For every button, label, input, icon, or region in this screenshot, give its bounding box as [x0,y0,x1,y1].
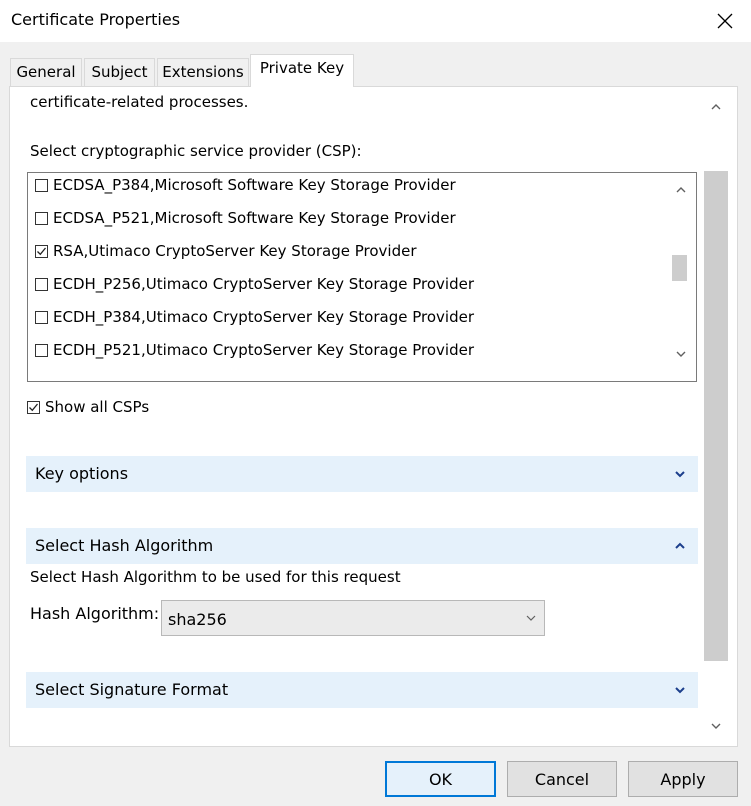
checkbox-checked[interactable] [35,244,48,258]
scroll-up-button[interactable] [701,93,731,119]
scroll-down-button[interactable] [666,341,696,367]
csp-item-label: ECDH_P521,Utimaco CryptoServer Key Stora… [53,341,474,359]
chevron-down-icon [711,723,721,729]
close-button[interactable] [710,6,740,36]
csp-item-label: ECDH_P256,Utimaco CryptoServer Key Stora… [53,275,474,293]
hash-algorithm-field-label: Hash Algorithm: [30,604,160,623]
scroll-down-button[interactable] [701,713,731,739]
checkmark-icon [29,403,39,411]
list-item[interactable]: ECDH_P384,Utimaco CryptoServer Key Stora… [35,306,474,328]
signature-format-label: Select Signature Format [35,680,229,699]
chevron-down-icon [675,471,685,478]
tab-subject[interactable]: Subject [84,58,155,86]
chevron-up-icon [675,542,685,549]
window-title: Certificate Properties [11,10,181,29]
scroll-up-button[interactable] [666,176,696,202]
checkbox[interactable] [35,343,48,357]
list-item[interactable]: ECDSA_P384,Microsoft Software Key Storag… [35,174,456,196]
chevron-down-icon [526,615,536,621]
csp-label: Select cryptographic service provider (C… [30,142,362,160]
checkmark-icon [37,247,47,255]
checkbox[interactable] [35,277,48,291]
hash-algorithm-header[interactable]: Select Hash Algorithm [26,528,698,564]
title-bar: Certificate Properties [0,0,751,42]
close-icon [717,13,733,29]
hash-algorithm-value: sha256 [168,610,227,629]
intro-text: certificate-related processes. [30,93,249,111]
list-item[interactable]: ECDH_P521,Utimaco CryptoServer Key Stora… [35,339,474,361]
hash-algorithm-section-label: Select Hash Algorithm [35,536,214,555]
tab-extensions[interactable]: Extensions [157,58,249,86]
checkbox[interactable] [35,211,48,225]
tab-private-key[interactable]: Private Key [250,54,354,87]
cancel-button[interactable]: Cancel [507,761,617,797]
chevron-down-icon [675,687,685,694]
show-all-csps-checkbox[interactable]: Show all CSPs [27,396,149,418]
hash-algorithm-description: Select Hash Algorithm to be used for thi… [30,568,401,586]
list-item[interactable]: RSA,Utimaco CryptoServer Key Storage Pro… [35,240,417,262]
show-all-csps-label: Show all CSPs [45,398,150,416]
apply-button[interactable]: Apply [628,761,738,797]
scroll-thumb[interactable] [672,255,687,281]
checkbox-checked[interactable] [27,400,40,414]
chevron-up-icon [711,103,721,109]
key-options-label: Key options [35,464,129,483]
hash-algorithm-select[interactable]: sha256 [161,600,545,636]
list-item[interactable]: ECDSA_P521,Microsoft Software Key Storag… [35,207,456,229]
csp-item-label: ECDSA_P384,Microsoft Software Key Storag… [53,176,456,194]
ok-button[interactable]: OK [385,761,496,797]
csp-item-label: RSA,Utimaco CryptoServer Key Storage Pro… [53,242,417,260]
checkbox[interactable] [35,310,48,324]
checkbox[interactable] [35,178,48,192]
scroll-thumb[interactable] [704,171,728,661]
csp-list[interactable]: ECDSA_P384,Microsoft Software Key Storag… [27,172,697,382]
tab-general[interactable]: General [10,58,82,86]
chevron-up-icon [676,186,686,192]
csp-item-label: ECDH_P384,Utimaco CryptoServer Key Stora… [53,308,474,326]
csp-item-label: ECDSA_P521,Microsoft Software Key Storag… [53,209,456,227]
panel-scrollbar[interactable] [704,91,734,743]
private-key-panel: certificate-related processes. Select cr… [9,86,738,747]
list-item[interactable]: ECDH_P256,Utimaco CryptoServer Key Stora… [35,273,474,295]
csp-list-scrollbar[interactable] [666,173,696,381]
chevron-down-icon [676,351,686,357]
key-options-header[interactable]: Key options [26,456,698,492]
signature-format-header[interactable]: Select Signature Format [26,672,698,708]
